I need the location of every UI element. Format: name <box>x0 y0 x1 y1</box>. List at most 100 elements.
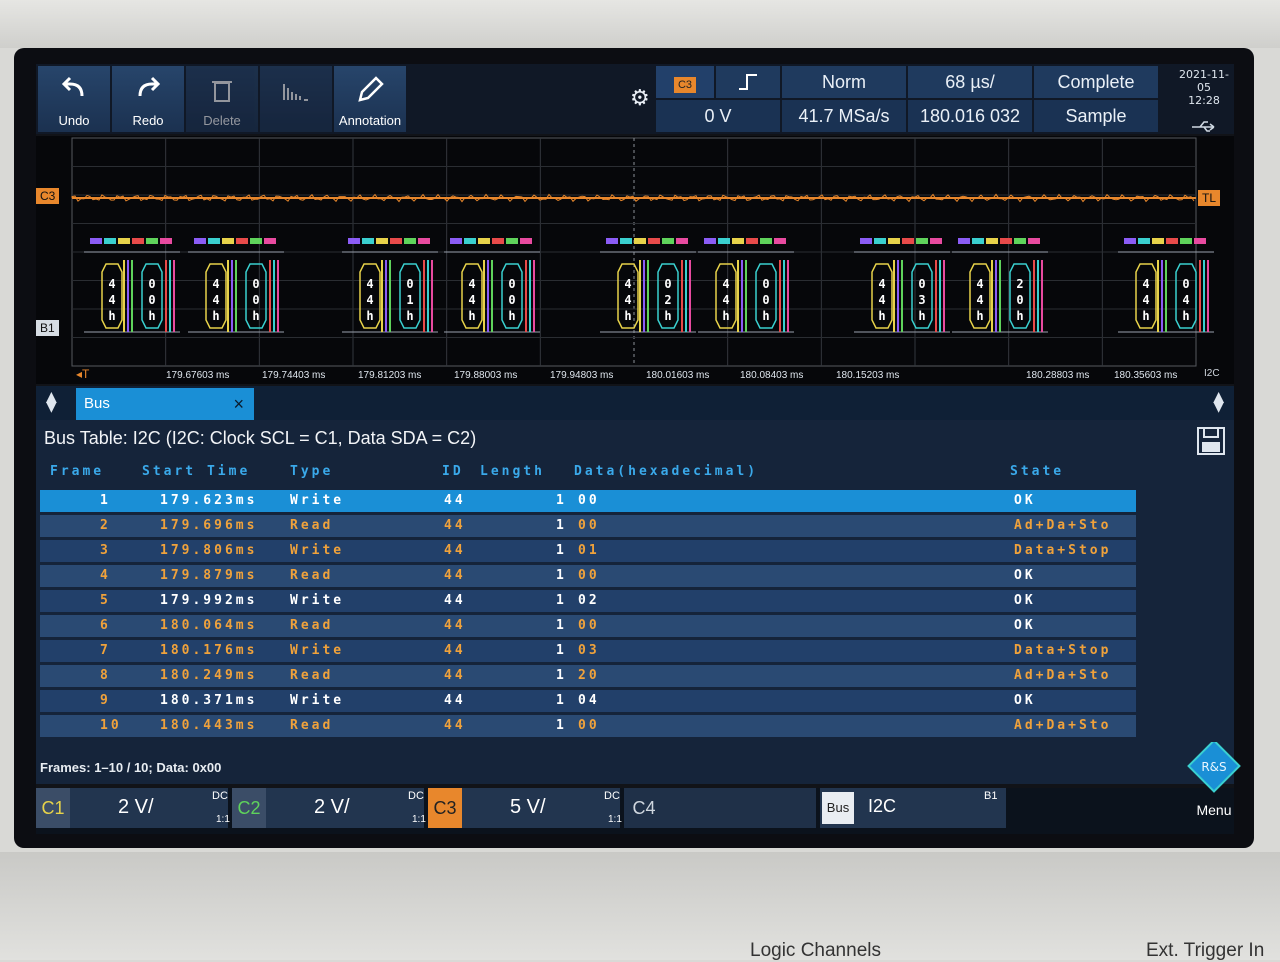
oscilloscope-screen: Undo Redo Delete Annotation ⚙ C3 Norm 68… <box>14 48 1254 848</box>
cell-id: 44 <box>444 518 466 533</box>
sampling-mode[interactable]: Sample <box>1034 100 1158 132</box>
col-length[interactable]: Length <box>480 464 545 479</box>
hex-digit: 4 <box>108 293 115 307</box>
channel-c3-button[interactable]: C3 5 V/ DC 1:1 <box>428 788 622 828</box>
bus-segment <box>160 238 172 244</box>
cell-type: Read <box>290 568 334 583</box>
cell-length: 1 <box>556 718 567 733</box>
hex-digit: 0 <box>148 293 155 307</box>
gear-icon[interactable]: ⚙ <box>630 86 650 111</box>
horizontal-position[interactable]: 180.016 032 ms <box>908 100 1032 158</box>
table-row[interactable]: 7 180.176ms Write 44 1 03 Data+Stop <box>40 640 1136 662</box>
time-scale[interactable]: 68 µs/ <box>908 66 1032 98</box>
col-id[interactable]: ID <box>442 464 464 479</box>
trigger-source[interactable]: C3 <box>656 66 714 98</box>
table-row[interactable]: 9 180.371ms Write 44 1 04 OK <box>40 690 1136 712</box>
cell-frame: 1 <box>100 493 111 508</box>
hex-digit: 4 <box>624 293 631 307</box>
cell-state: Data+Stop <box>1014 643 1112 658</box>
hex-digit: 4 <box>976 277 983 291</box>
channel-c4-button[interactable]: C4 <box>624 788 816 828</box>
c1-name: C1 <box>36 788 70 828</box>
bus-segment <box>1000 238 1012 244</box>
trash-icon <box>212 81 232 102</box>
annotation-button[interactable]: Annotation <box>334 66 406 132</box>
cell-data: 02 <box>578 593 600 608</box>
table-row[interactable]: 1 179.623ms Write 44 1 00 OK <box>40 490 1136 512</box>
channel-bar: C1 2 V/ DC 1:1 C2 2 V/ DC 1:1 C3 5 V/ DC… <box>36 788 1234 834</box>
bus-segment <box>208 238 220 244</box>
bus-label: Bus <box>822 792 854 824</box>
table-row[interactable]: 3 179.806ms Write 44 1 01 Data+Stop <box>40 540 1136 562</box>
cell-type: Read <box>290 618 334 633</box>
trigger-edge[interactable] <box>716 66 780 98</box>
panel-resize-icon[interactable]: ▲ ▼ <box>1213 390 1224 414</box>
col-type[interactable]: Type <box>290 464 333 479</box>
undo-button[interactable]: Undo <box>38 66 110 132</box>
hex-digit: 4 <box>878 293 885 307</box>
menu-label: Menu <box>1196 802 1232 818</box>
hex-digit: 0 <box>252 277 259 291</box>
bus-segment <box>676 238 688 244</box>
acquisition-state[interactable]: Complete <box>1034 66 1158 98</box>
hex-digit: 4 <box>468 293 475 307</box>
bus-segment <box>704 238 716 244</box>
hex-digit: 4 <box>212 277 219 291</box>
col-state[interactable]: State <box>1010 464 1064 479</box>
cell-state: OK <box>1014 593 1036 608</box>
hex-digit: 0 <box>148 277 155 291</box>
cell-data: 04 <box>578 693 600 708</box>
bus-segment <box>236 238 248 244</box>
table-row[interactable]: 8 180.249ms Read 44 1 20 Ad+Da+Sto <box>40 665 1136 687</box>
menu-button[interactable]: R&S Menu <box>1186 739 1242 824</box>
save-icon[interactable] <box>1196 426 1226 456</box>
channel-c1-button[interactable]: C1 2 V/ DC 1:1 <box>36 788 230 828</box>
cell-state: OK <box>1014 618 1036 633</box>
col-start-time[interactable]: Start Time <box>142 464 250 479</box>
table-row[interactable]: 2 179.696ms Read 44 1 00 Ad+Da+Sto <box>40 515 1136 537</box>
cell-frame: 6 <box>100 618 111 633</box>
histogram-button[interactable] <box>260 66 332 132</box>
hex-digit: 0 <box>1182 277 1189 291</box>
cell-data: 03 <box>578 643 600 658</box>
bus-segment <box>404 238 416 244</box>
hex-digit: 4 <box>108 277 115 291</box>
channel-c2-button[interactable]: C2 2 V/ DC 1:1 <box>232 788 426 828</box>
up-down-arrows-icon[interactable]: ▲ ▼ <box>46 390 57 414</box>
trigger-level-marker[interactable]: TL <box>1198 190 1221 206</box>
bus-segment <box>902 238 914 244</box>
bus-segment <box>958 238 970 244</box>
usb-icon <box>1192 121 1215 132</box>
delete-button[interactable]: Delete <box>186 66 258 132</box>
i2c-frame: 4 4 h 0 0 h <box>84 238 180 333</box>
sample-rate[interactable]: 41.7 MSa/s <box>782 100 906 132</box>
bus-segment <box>478 238 490 244</box>
c3-channel-marker[interactable]: C3 <box>36 188 60 204</box>
bus-b1-button[interactable]: Bus I2C B1 <box>820 788 1006 828</box>
bus-segment <box>1014 238 1026 244</box>
table-row[interactable]: 4 179.879ms Read 44 1 00 OK <box>40 565 1136 587</box>
hex-digit: h <box>252 309 259 323</box>
trigger-mode[interactable]: Norm <box>782 66 906 98</box>
i2c-frame: 4 4 h 0 4 h <box>1118 238 1214 333</box>
c3-probe: 1:1 <box>608 814 622 825</box>
cell-data: 00 <box>578 493 600 508</box>
hex-digit: 1 <box>406 293 413 307</box>
i2c-frame: 4 4 h 0 2 h <box>600 238 696 333</box>
bus-segment <box>464 238 476 244</box>
trigger-time-marker[interactable]: ◂T <box>72 366 93 382</box>
trigger-level[interactable]: 0 V <box>656 100 780 132</box>
redo-button[interactable]: Redo <box>112 66 184 132</box>
close-icon[interactable]: × <box>233 388 244 420</box>
rohde-schwarz-logo-icon: R&S <box>1187 739 1241 793</box>
table-row[interactable]: 6 180.064ms Read 44 1 00 OK <box>40 615 1136 637</box>
col-frame[interactable]: Frame <box>50 464 104 479</box>
col-data[interactable]: Data(hexadecimal) <box>574 464 758 479</box>
table-row[interactable]: 10 180.443ms Read 44 1 00 Ad+Da+Sto <box>40 715 1136 737</box>
bus-b1-marker[interactable]: B1 <box>36 320 59 336</box>
tab-bus[interactable]: Bus × <box>76 388 254 420</box>
hex-digit: 0 <box>918 277 925 291</box>
waveform-area[interactable]: 4 4 h 0 0 h 4 4 h 0 0 h 4 4 h 0 1 h 4 4 h 0 0 h 4 4 h 0 2 h 4 4 h 0 0 h 4 4 h 0… <box>36 136 1234 384</box>
table-row[interactable]: 5 179.992ms Write 44 1 02 OK <box>40 590 1136 612</box>
hex-digit: h <box>108 309 115 323</box>
